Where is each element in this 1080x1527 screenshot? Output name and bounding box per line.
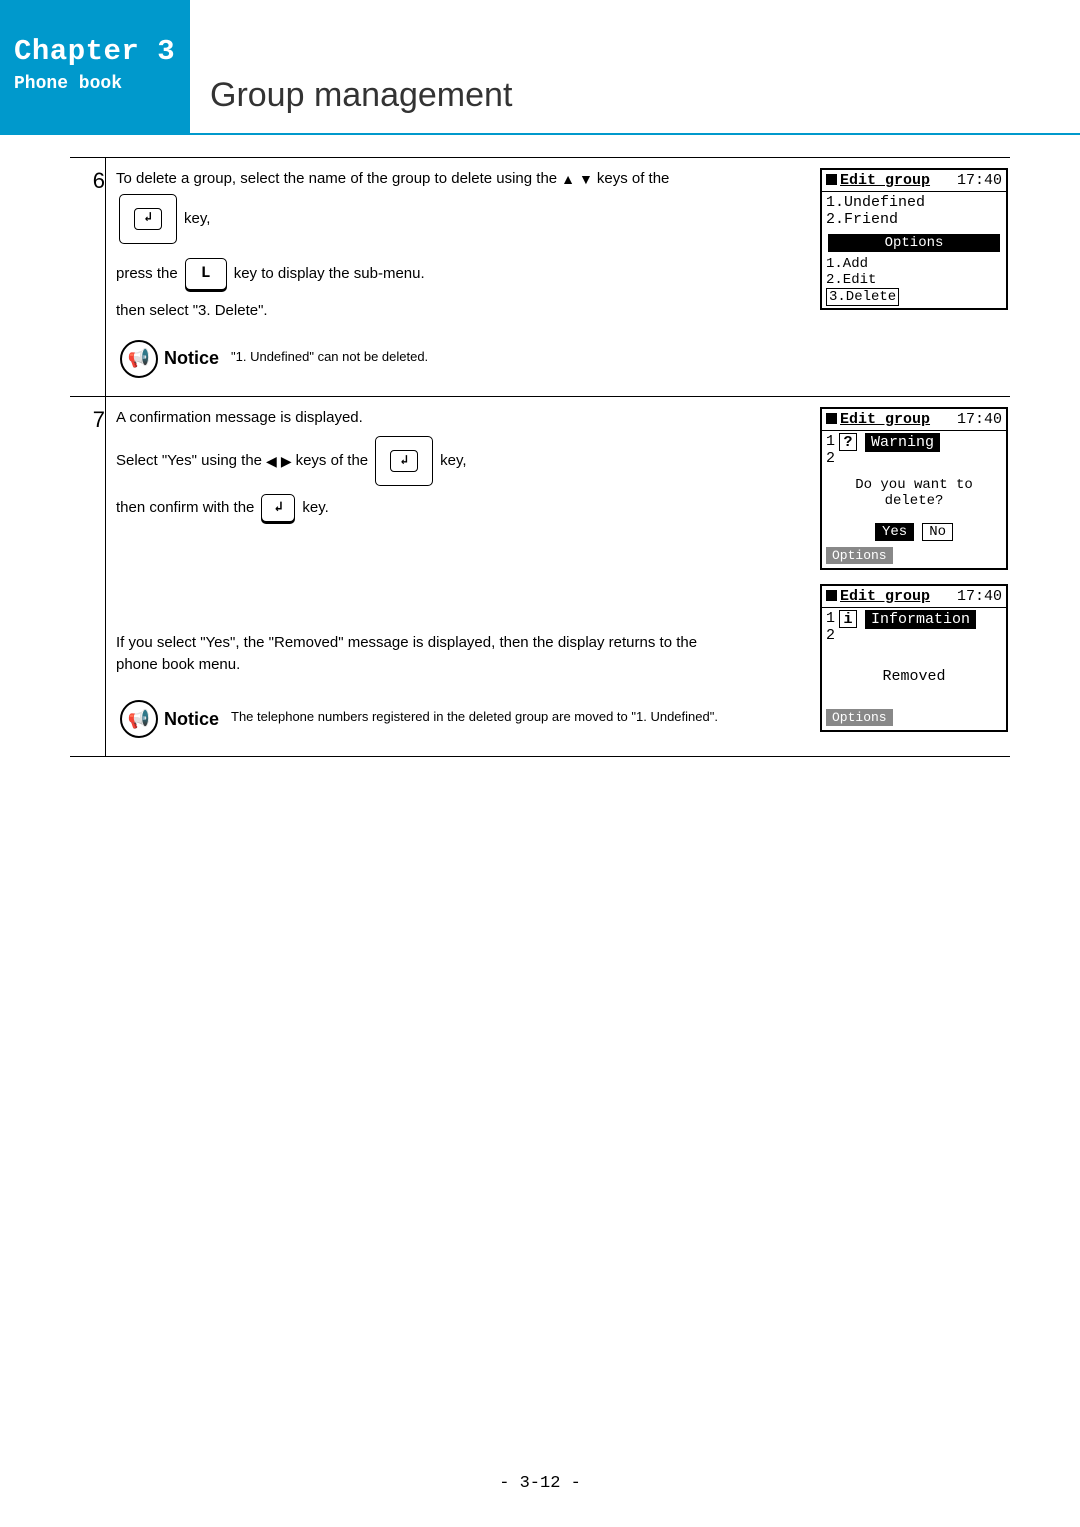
- step-6-body: To delete a group, select the name of th…: [106, 158, 810, 396]
- screen-title: Edit group: [840, 411, 930, 428]
- notice-text: "1. Undefined" can not be deleted.: [231, 340, 428, 367]
- enter-key-icon: ↲: [261, 494, 295, 522]
- screen-option-item: 1.Add: [826, 256, 1002, 272]
- screen-row-num: 1: [826, 610, 835, 627]
- notice-icon: 📢: [120, 340, 158, 378]
- screen-item: 2.Friend: [826, 211, 1002, 228]
- screen-no-button: No: [922, 523, 953, 541]
- text: key,: [440, 450, 466, 472]
- screen-footer: Options: [826, 709, 893, 726]
- chapter-title: Chapter 3: [14, 35, 176, 68]
- notice-block: 📢 Notice The telephone numbers registere…: [120, 700, 800, 738]
- text: key.: [302, 497, 328, 519]
- text: To delete a group, select the name of th…: [116, 168, 557, 190]
- screen-warning-bar: Warning: [865, 433, 940, 452]
- info-icon: i: [839, 610, 857, 628]
- page-header: Chapter 3 Phone book Group management: [0, 0, 1080, 135]
- screen-options-bar: Options: [828, 234, 1000, 252]
- screen-title: Edit group: [840, 588, 930, 605]
- screen-msg: Do you want to: [828, 477, 1000, 493]
- screen-row-num: 1: [826, 433, 835, 450]
- left-triangle-icon: ◀: [266, 451, 277, 471]
- text: press the: [116, 263, 178, 285]
- text: then select "3. Delete".: [116, 300, 800, 322]
- notice-icon: 📢: [120, 700, 158, 738]
- notice-label: Notice: [164, 706, 219, 732]
- text: keys of the: [597, 168, 670, 190]
- step-7-number: 7: [70, 397, 106, 756]
- up-triangle-icon: ▲: [561, 169, 575, 189]
- text: phone book menu.: [116, 654, 800, 676]
- enter-key-icon: ↲: [375, 436, 433, 486]
- chapter-subtitle: Phone book: [14, 74, 176, 94]
- notice-text: The telephone numbers registered in the …: [231, 700, 718, 727]
- screen-title: Edit group: [840, 172, 930, 189]
- screen-option-item: 2.Edit: [826, 272, 1002, 288]
- screen-time: 17:40: [957, 588, 1002, 605]
- text: keys of the: [296, 450, 369, 472]
- step-7-side: Edit group 17:40 1 2 ?Warning Do you w: [810, 397, 1010, 756]
- text: Select "Yes" using the: [116, 450, 262, 472]
- step-6-number: 6: [70, 158, 106, 396]
- screen-msg: delete?: [828, 493, 1000, 509]
- down-triangle-icon: ▼: [579, 169, 593, 189]
- screen-option-item-selected: 3.Delete: [826, 288, 899, 306]
- screen-time: 17:40: [957, 411, 1002, 428]
- screen-item: 1.Undefined: [826, 194, 1002, 211]
- l-key-icon: L: [185, 258, 227, 290]
- question-icon: ?: [839, 433, 857, 451]
- step-6-row: 6 To delete a group, select the name of …: [70, 157, 1010, 396]
- text: key to display the sub-menu.: [234, 263, 425, 285]
- text: If you select "Yes", the "Removed" messa…: [116, 632, 800, 654]
- text: key,: [184, 208, 210, 230]
- screen-row-num: 2: [826, 627, 835, 644]
- step-7-body: A confirmation message is displayed. Sel…: [106, 397, 810, 756]
- text: A confirmation message is displayed.: [116, 407, 800, 429]
- screen-footer: Options: [826, 547, 893, 564]
- right-triangle-icon: ▶: [281, 451, 292, 471]
- step-7-row: 7 A confirmation message is displayed. S…: [70, 396, 1010, 757]
- screen-time: 17:40: [957, 172, 1002, 189]
- screen-info-bar: Information: [865, 610, 976, 629]
- screen-row-num: 2: [826, 450, 835, 467]
- section-title: Group management: [190, 0, 1080, 135]
- page-number: - 3-12 -: [0, 1474, 1080, 1493]
- notice-label: Notice: [164, 345, 219, 371]
- screen-yes-button: Yes: [875, 523, 914, 541]
- chapter-block: Chapter 3 Phone book: [0, 0, 190, 135]
- text: then confirm with the: [116, 497, 254, 519]
- phone-screen-edit-group: Edit group 17:40 1.Undefined 2.Friend Op…: [820, 168, 1008, 310]
- step-6-side: Edit group 17:40 1.Undefined 2.Friend Op…: [810, 158, 1010, 396]
- phone-screen-removed: Edit group 17:40 1 2 iInformation Remo: [820, 584, 1008, 732]
- screen-msg: Removed: [828, 668, 1000, 685]
- phone-screen-delete-confirm: Edit group 17:40 1 2 ?Warning Do you w: [820, 407, 1008, 570]
- notice-block: 📢 Notice "1. Undefined" can not be delet…: [120, 340, 800, 378]
- enter-key-icon: ↲: [119, 194, 177, 244]
